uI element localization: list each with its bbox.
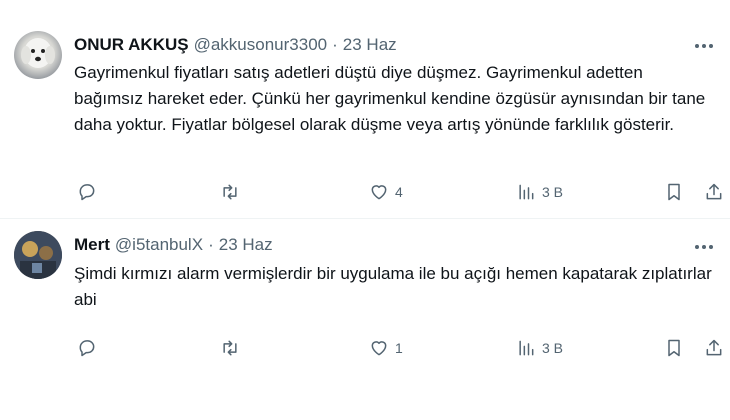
bookmark-button[interactable] xyxy=(664,180,684,204)
reply-button[interactable] xyxy=(77,336,103,360)
reply-icon xyxy=(79,340,95,357)
tweet-date[interactable]: 23 Haz xyxy=(219,235,273,255)
retweet-icon xyxy=(223,184,237,200)
more-icon[interactable] xyxy=(692,237,716,257)
heart-icon xyxy=(371,185,387,200)
user-handle[interactable]: @i5tanbulX xyxy=(115,235,203,255)
like-count: 4 xyxy=(395,184,403,200)
reply-icon xyxy=(79,184,95,201)
share-icon xyxy=(706,339,722,356)
tweet-header: ONUR AKKUŞ @akkusonur3300 · 23 Haz xyxy=(74,35,397,55)
views-button[interactable]: 3 B xyxy=(516,336,563,360)
tweet-actions: 1 3 B xyxy=(74,336,724,360)
heart-icon xyxy=(371,341,387,356)
share-button[interactable] xyxy=(704,180,724,204)
avatar[interactable] xyxy=(14,31,62,79)
avatar[interactable] xyxy=(14,231,62,279)
tweet[interactable]: ONUR AKKUŞ @akkusonur3300 · 23 Haz Gayri… xyxy=(0,0,730,219)
separator-dot: · xyxy=(332,35,338,54)
tweet[interactable]: Mert @i5tanbulX · 23 Haz Şimdi kırmızı a… xyxy=(0,219,730,420)
tweet-date[interactable]: 23 Haz xyxy=(343,35,397,55)
bookmark-icon xyxy=(668,339,680,357)
views-icon xyxy=(519,340,534,356)
views-icon xyxy=(519,184,534,200)
like-button[interactable]: 1 xyxy=(369,336,403,360)
bookmark-button[interactable] xyxy=(664,336,684,360)
tweet-text: Şimdi kırmızı alarm vermişlerdir bir uyg… xyxy=(74,264,712,309)
retweet-button[interactable] xyxy=(220,336,246,360)
views-count: 3 B xyxy=(542,340,564,356)
tweet-header: Mert @i5tanbulX · 23 Haz xyxy=(74,235,273,255)
display-name[interactable]: Mert xyxy=(74,235,110,255)
tweet-text: Gayrimenkul fiyatları satış adetleri düş… xyxy=(74,63,706,134)
share-icon xyxy=(706,183,722,200)
reply-button[interactable] xyxy=(77,180,103,204)
retweet-icon xyxy=(223,340,237,356)
more-icon[interactable] xyxy=(692,36,716,56)
share-button[interactable] xyxy=(704,336,724,360)
separator-dot: · xyxy=(208,235,214,254)
bookmark-icon xyxy=(668,183,680,201)
tweet-actions: 4 3 B xyxy=(74,180,724,204)
user-handle[interactable]: @akkusonur3300 xyxy=(194,35,328,55)
display-name[interactable]: ONUR AKKUŞ xyxy=(74,35,189,55)
views-count: 3 B xyxy=(542,184,564,200)
views-button[interactable]: 3 B xyxy=(516,180,563,204)
retweet-button[interactable] xyxy=(220,180,246,204)
like-button[interactable]: 4 xyxy=(369,180,403,204)
like-count: 1 xyxy=(395,340,403,356)
